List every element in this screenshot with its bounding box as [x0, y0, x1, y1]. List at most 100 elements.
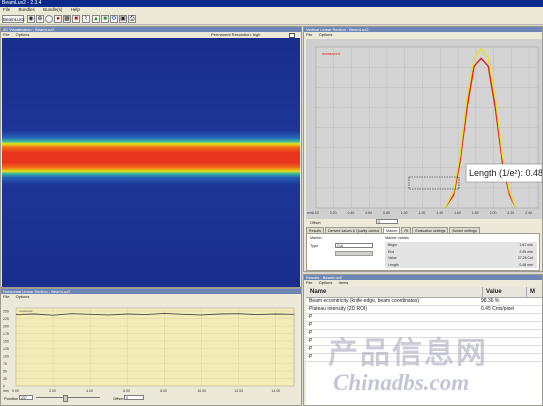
length-label: Length (1/e²): 0.48	[469, 168, 542, 178]
header-m[interactable]: M	[530, 287, 535, 297]
print-icon[interactable]: ⎙	[128, 14, 136, 23]
position-field[interactable]: 257	[19, 395, 33, 400]
settings-icon[interactable]: ⚙	[110, 14, 118, 23]
results-menu-items[interactable]: Items	[339, 280, 349, 285]
image-menu-options[interactable]: Options	[16, 32, 30, 37]
grid-icon[interactable]: ▦	[63, 14, 71, 23]
profile-x-tick-label: 1.60	[454, 211, 461, 215]
hline-y-tick-label: 100	[3, 355, 9, 359]
hline-x-tick-label: 8.00	[160, 389, 167, 393]
profile-point	[495, 107, 496, 109]
profile-point	[466, 107, 468, 109]
beamlux-dropdown[interactable]: BeamLux2	[2, 14, 25, 23]
hline-y-tick-label: 0	[3, 385, 5, 389]
profile-menu-options[interactable]: Options	[319, 32, 333, 37]
toolbar: BeamLux2 ◉ ⊕ ● ▦ ■ ⌇ ▲ ■ ⚙ ▣ ⎙	[0, 13, 543, 25]
profile-point	[509, 194, 510, 196]
hline-y-tick-label: 225	[3, 317, 9, 321]
results-menu-options[interactable]: Options	[319, 280, 333, 285]
marker-panel: Marker Type Cut Marker values Begin 1.61 …	[306, 233, 540, 271]
profile-legend: measured	[322, 51, 340, 56]
header-divider	[482, 287, 483, 297]
watermark-chinese: 产品信息网	[328, 337, 488, 370]
marker-disabled-button[interactable]	[335, 251, 373, 256]
profile-point	[453, 191, 454, 193]
profile-point	[487, 57, 489, 59]
stop-icon[interactable]: ■	[72, 14, 80, 23]
profile-menu-file[interactable]: File	[306, 32, 312, 37]
profile-chart[interactable]: 0.00 0.20 0.40 0.60 0.80 1.00 1.20 1.40 1.60 1.80…	[306, 39, 542, 219]
beam-image[interactable]	[2, 38, 300, 287]
profile-x-tick-label: 2.20	[507, 211, 514, 215]
profile-window-menu: File Options	[304, 32, 542, 37]
camera-icon[interactable]: ■	[101, 14, 109, 23]
zoom-icon[interactable]: ⊕	[36, 14, 44, 23]
profile-x-tick-label: 2.00	[490, 211, 497, 215]
menu-help[interactable]: Help	[71, 7, 80, 12]
save-icon[interactable]: ▣	[119, 14, 127, 23]
profile-point	[459, 162, 461, 164]
hline-x-tick-label: 10.00	[197, 389, 206, 393]
hline-x-unit: mm	[3, 389, 9, 393]
image-menu-file[interactable]: File	[3, 32, 9, 37]
results-menu-file[interactable]: File	[306, 280, 312, 285]
position-slider[interactable]	[36, 397, 100, 398]
profile-point	[453, 194, 454, 196]
profile-point	[509, 191, 510, 193]
app-title: BeamLux2 - 2.3.4	[2, 0, 42, 6]
profile-x-tick-label: 0.60	[365, 211, 372, 215]
table-row[interactable]: Beam eccentricity (knife-edge, beam coor…	[306, 298, 542, 306]
profile-point	[495, 98, 496, 99]
marker-row-end: End 2.05 mm	[388, 249, 533, 254]
profile-point	[473, 66, 475, 67]
hline-menu-file[interactable]: File	[3, 294, 9, 299]
hline-x-tick-label: 6.00	[123, 389, 130, 393]
marker-group-label: Marker	[310, 236, 322, 240]
hline-plot-area	[15, 307, 295, 387]
table-row[interactable]: Plateau intensity (2D ROI) 0.45 Cnts/pixe…	[306, 306, 542, 314]
profile-offset-field[interactable]: 0	[376, 219, 398, 224]
export-icon[interactable]: ▲	[92, 14, 100, 23]
profile-point	[473, 57, 475, 59]
menu-file[interactable]: File	[3, 7, 10, 12]
hline-y-tick-label: 250	[3, 310, 9, 314]
hline-menu-options[interactable]: Options	[16, 294, 30, 299]
hline-y-tick-label: 175	[3, 332, 9, 336]
profile-x-tick-label: 0.40	[348, 211, 355, 215]
table-row[interactable]: P	[306, 314, 542, 322]
profile-point	[480, 57, 482, 59]
profile-x-tick-label: 1.80	[472, 211, 479, 215]
hline-x-tick-label: 4.00	[86, 389, 93, 393]
image-window: 2D Visualization - BeamLux2 File Options…	[0, 26, 302, 288]
position-slider-thumb[interactable]	[63, 395, 68, 402]
profile-point	[502, 162, 503, 164]
header-value[interactable]: Value	[486, 287, 502, 297]
profile-x-tick-label: 0.20	[330, 211, 337, 215]
marker-type-label: Type	[310, 244, 319, 248]
profile-point	[459, 156, 461, 157]
marker-type-select[interactable]: Cut	[335, 243, 373, 248]
profile-x-tick-label: 1.40	[436, 211, 443, 215]
profile-x-tick-label: 1.00	[401, 211, 408, 215]
app-title-bar: BeamLux2 - 2.3.4	[0, 0, 543, 7]
hline-y-tick-label: 50	[3, 370, 7, 374]
marker-row-value: Value 27.25 Cnt	[388, 256, 533, 260]
hline-x-tick-label: 2.00	[49, 389, 56, 393]
header-name[interactable]: Name	[310, 287, 326, 297]
hline-chart[interactable]: 25022520017515012510075502500.00 2.00 4.00…	[2, 300, 300, 395]
ellipse-icon[interactable]	[45, 14, 53, 23]
chart-icon[interactable]: ⌇	[82, 14, 90, 23]
header-divider-2	[526, 287, 527, 297]
hline-offset-field[interactable]: 0	[124, 395, 144, 400]
hline-x-tick-label: 0.00	[12, 389, 19, 393]
menu-bundles[interactable]: Bundles	[19, 7, 35, 12]
profile-x-tick-label: 2.40	[525, 211, 532, 215]
menu-bundle-s[interactable]: Bundle(s)	[43, 7, 62, 12]
hline-y-tick-label: 125	[3, 347, 9, 351]
hline-x-tick-label: 12.00	[234, 389, 243, 393]
hline-x-tick-label: 14.00	[271, 389, 280, 393]
hline-window: Horizontal Linear Section - BeamLux2 Fil…	[0, 288, 302, 406]
profile-point	[466, 98, 468, 99]
record-icon[interactable]: ●	[54, 14, 62, 23]
capture-icon[interactable]: ◉	[27, 14, 35, 23]
